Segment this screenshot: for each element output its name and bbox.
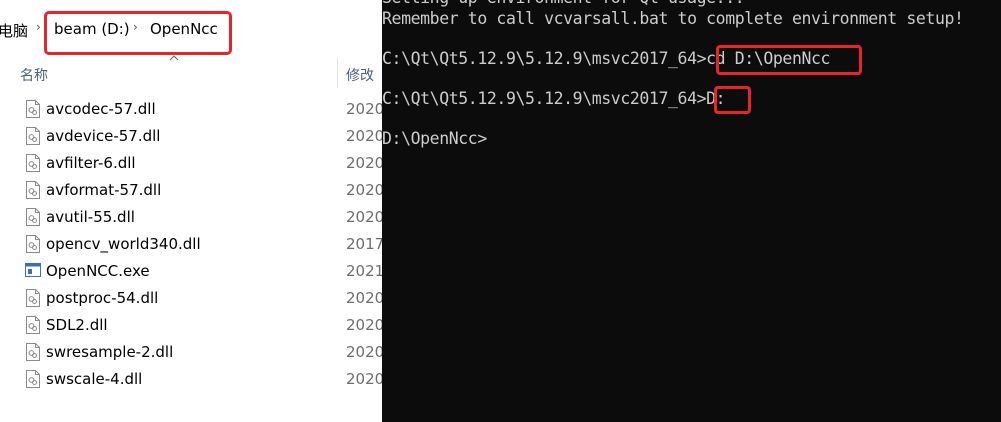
highlight-box [714, 86, 751, 114]
file-row[interactable]: opencv_world340.dll 2017 [0, 231, 382, 258]
file-modified-date: 2020 [346, 289, 382, 307]
column-header: 名称 修改 [0, 56, 382, 90]
file-explorer: 电脑 › beam (D:) › OpenNcc 名称 修改 avcodec-5… [0, 0, 382, 422]
column-divider[interactable] [337, 58, 338, 88]
file-modified-date: 2020 [346, 316, 382, 334]
file-row[interactable]: swresample-2.dll 2020 [0, 339, 382, 366]
file-row[interactable]: avfilter-6.dll 2020 [0, 150, 382, 177]
dll-file-icon [25, 181, 41, 199]
sort-ascending-icon [169, 55, 179, 61]
file-name: OpenNCC.exe [46, 262, 150, 280]
address-bar[interactable]: 电脑 › beam (D:) › OpenNcc [0, 6, 382, 55]
file-name: postproc-54.dll [46, 289, 159, 307]
file-row[interactable]: SDL2.dll 2020 [0, 312, 382, 339]
dll-file-icon [25, 370, 41, 388]
column-header-modified[interactable]: 修改 [346, 65, 374, 85]
file-name: avcodec-57.dll [46, 100, 156, 118]
file-modified-date: 2021 [346, 262, 382, 280]
file-row[interactable]: postproc-54.dll 2020 [0, 285, 382, 312]
file-name: swresample-2.dll [46, 343, 174, 361]
dll-file-icon [25, 316, 41, 334]
dll-file-icon [25, 208, 41, 226]
chevron-right-icon[interactable]: › [36, 20, 41, 34]
highlight-box [716, 45, 862, 75]
file-modified-date: 2020 [346, 370, 382, 388]
file-row[interactable]: avformat-57.dll 2020 [0, 177, 382, 204]
exe-file-icon [25, 262, 41, 280]
file-modified-date: 2020 [346, 127, 382, 145]
file-name: swscale-4.dll [46, 370, 143, 388]
file-name: opencv_world340.dll [46, 235, 201, 253]
file-row[interactable]: OpenNCC.exe 2021 [0, 258, 382, 285]
file-modified-date: 2020 [346, 100, 382, 118]
file-row[interactable]: avutil-55.dll 2020 [0, 204, 382, 231]
dll-file-icon [25, 343, 41, 361]
file-row[interactable]: swscale-4.dll 2020 [0, 366, 382, 393]
file-name: avfilter-6.dll [46, 154, 136, 172]
terminal-line: Remember to call vcvarsall.bat to comple… [382, 9, 964, 28]
file-modified-date: 2020 [346, 181, 382, 199]
terminal-line: D:\OpenNcc> [382, 129, 487, 148]
file-row[interactable]: avdevice-57.dll 2020 [0, 123, 382, 150]
breadcrumb-this-pc[interactable]: 电脑 [0, 20, 28, 41]
file-name: SDL2.dll [46, 316, 108, 334]
file-modified-date: 2020 [346, 343, 382, 361]
file-modified-date: 2020 [346, 208, 382, 226]
file-row[interactable]: avcodec-57.dll 2020 [0, 96, 382, 123]
terminal-line: C:\Qt\Qt5.12.9\5.12.9\msvc2017_64>D: [382, 89, 726, 108]
column-header-name[interactable]: 名称 [20, 65, 48, 85]
dll-file-icon [25, 154, 41, 172]
terminal-line: Setting up environment for Qt usage... [382, 0, 745, 7]
dll-file-icon [25, 235, 41, 253]
file-modified-date: 2020 [346, 154, 382, 172]
file-name: avdevice-57.dll [46, 127, 161, 145]
dll-file-icon [25, 127, 41, 145]
highlight-box [44, 11, 232, 55]
file-name: avformat-57.dll [46, 181, 162, 199]
file-name: avutil-55.dll [46, 208, 135, 226]
file-modified-date: 2017 [346, 235, 382, 253]
command-prompt-window[interactable]: Setting up environment for Qt usage... Re… [382, 0, 1001, 422]
dll-file-icon [25, 100, 41, 118]
dll-file-icon [25, 289, 41, 307]
